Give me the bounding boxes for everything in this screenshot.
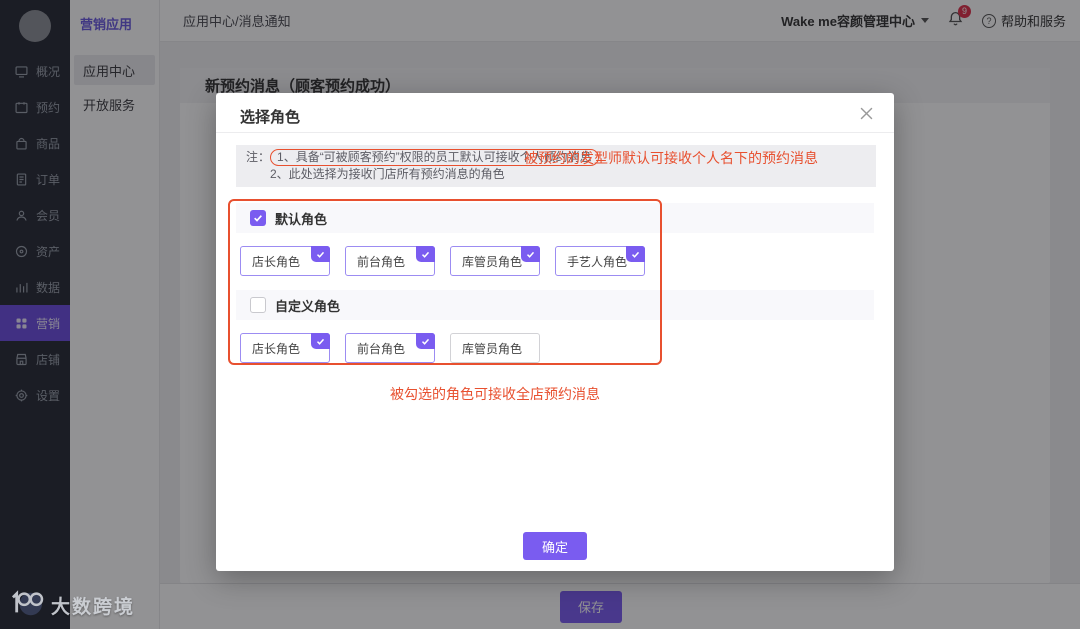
role-card-manager-custom[interactable]: 店长角色 bbox=[240, 333, 330, 363]
watermark-text: 大数跨境 bbox=[51, 597, 136, 618]
custom-roles-checkbox[interactable] bbox=[250, 297, 266, 313]
close-icon[interactable] bbox=[858, 105, 874, 121]
custom-roles-row: 店长角色 前台角色 库管员角色 bbox=[240, 333, 894, 363]
check-icon bbox=[416, 246, 435, 262]
default-roles-row: 店长角色 前台角色 库管员角色 手艺人角色 bbox=[240, 246, 894, 276]
custom-roles-group-header: 自定义角色 bbox=[236, 290, 874, 320]
annotation-store-messages: 被勾选的角色可接收全店预约消息 bbox=[390, 386, 600, 402]
check-icon bbox=[416, 333, 435, 349]
check-icon bbox=[626, 246, 645, 262]
watermark-logo-icon bbox=[8, 588, 46, 623]
role-card-front-desk-custom[interactable]: 前台角色 bbox=[345, 333, 435, 363]
role-card-stock-keeper[interactable]: 库管员角色 bbox=[450, 246, 540, 276]
check-icon bbox=[311, 333, 330, 349]
custom-roles-label: 自定义角色 bbox=[275, 298, 341, 314]
role-card-manager[interactable]: 店长角色 bbox=[240, 246, 330, 276]
watermark: 大数跨境 bbox=[8, 588, 135, 623]
confirm-button[interactable]: 确定 bbox=[523, 532, 587, 560]
check-icon bbox=[521, 246, 540, 262]
app-root: 概况 预约 商品 订单 会员 资产 数据 营销 店铺 设置 营销应用 应用中心 … bbox=[0, 0, 1080, 629]
annotation-personal-messages: 被预约的发型师默认可接收个人名下的预约消息 bbox=[524, 150, 818, 166]
note-prefix: 注： bbox=[246, 150, 271, 164]
default-roles-label: 默认角色 bbox=[275, 211, 328, 227]
modal-note: 注： 1、具备“可被顾客预约”权限的员工默认可接收个人预约消息 被预约的发型师默认… bbox=[236, 145, 876, 187]
role-card-front-desk[interactable]: 前台角色 bbox=[345, 246, 435, 276]
default-roles-checkbox[interactable] bbox=[250, 210, 266, 226]
check-icon bbox=[311, 246, 330, 262]
modal-title: 选择角色 bbox=[216, 93, 894, 133]
role-card-artisan[interactable]: 手艺人角色 bbox=[555, 246, 645, 276]
role-select-modal: 选择角色 注： 1、具备“可被顾客预约”权限的员工默认可接收个人预约消息 被预约的… bbox=[216, 93, 894, 571]
default-roles-group-header: 默认角色 bbox=[236, 203, 874, 233]
roles-section: 默认角色 店长角色 前台角色 库管员角色 手艺人角色 自定义角色 店长角色 前台… bbox=[216, 197, 894, 365]
note-line-2: 2、此处选择为接收门店所有预约消息的角色 bbox=[270, 167, 505, 181]
role-card-stock-keeper-custom[interactable]: 库管员角色 bbox=[450, 333, 540, 363]
